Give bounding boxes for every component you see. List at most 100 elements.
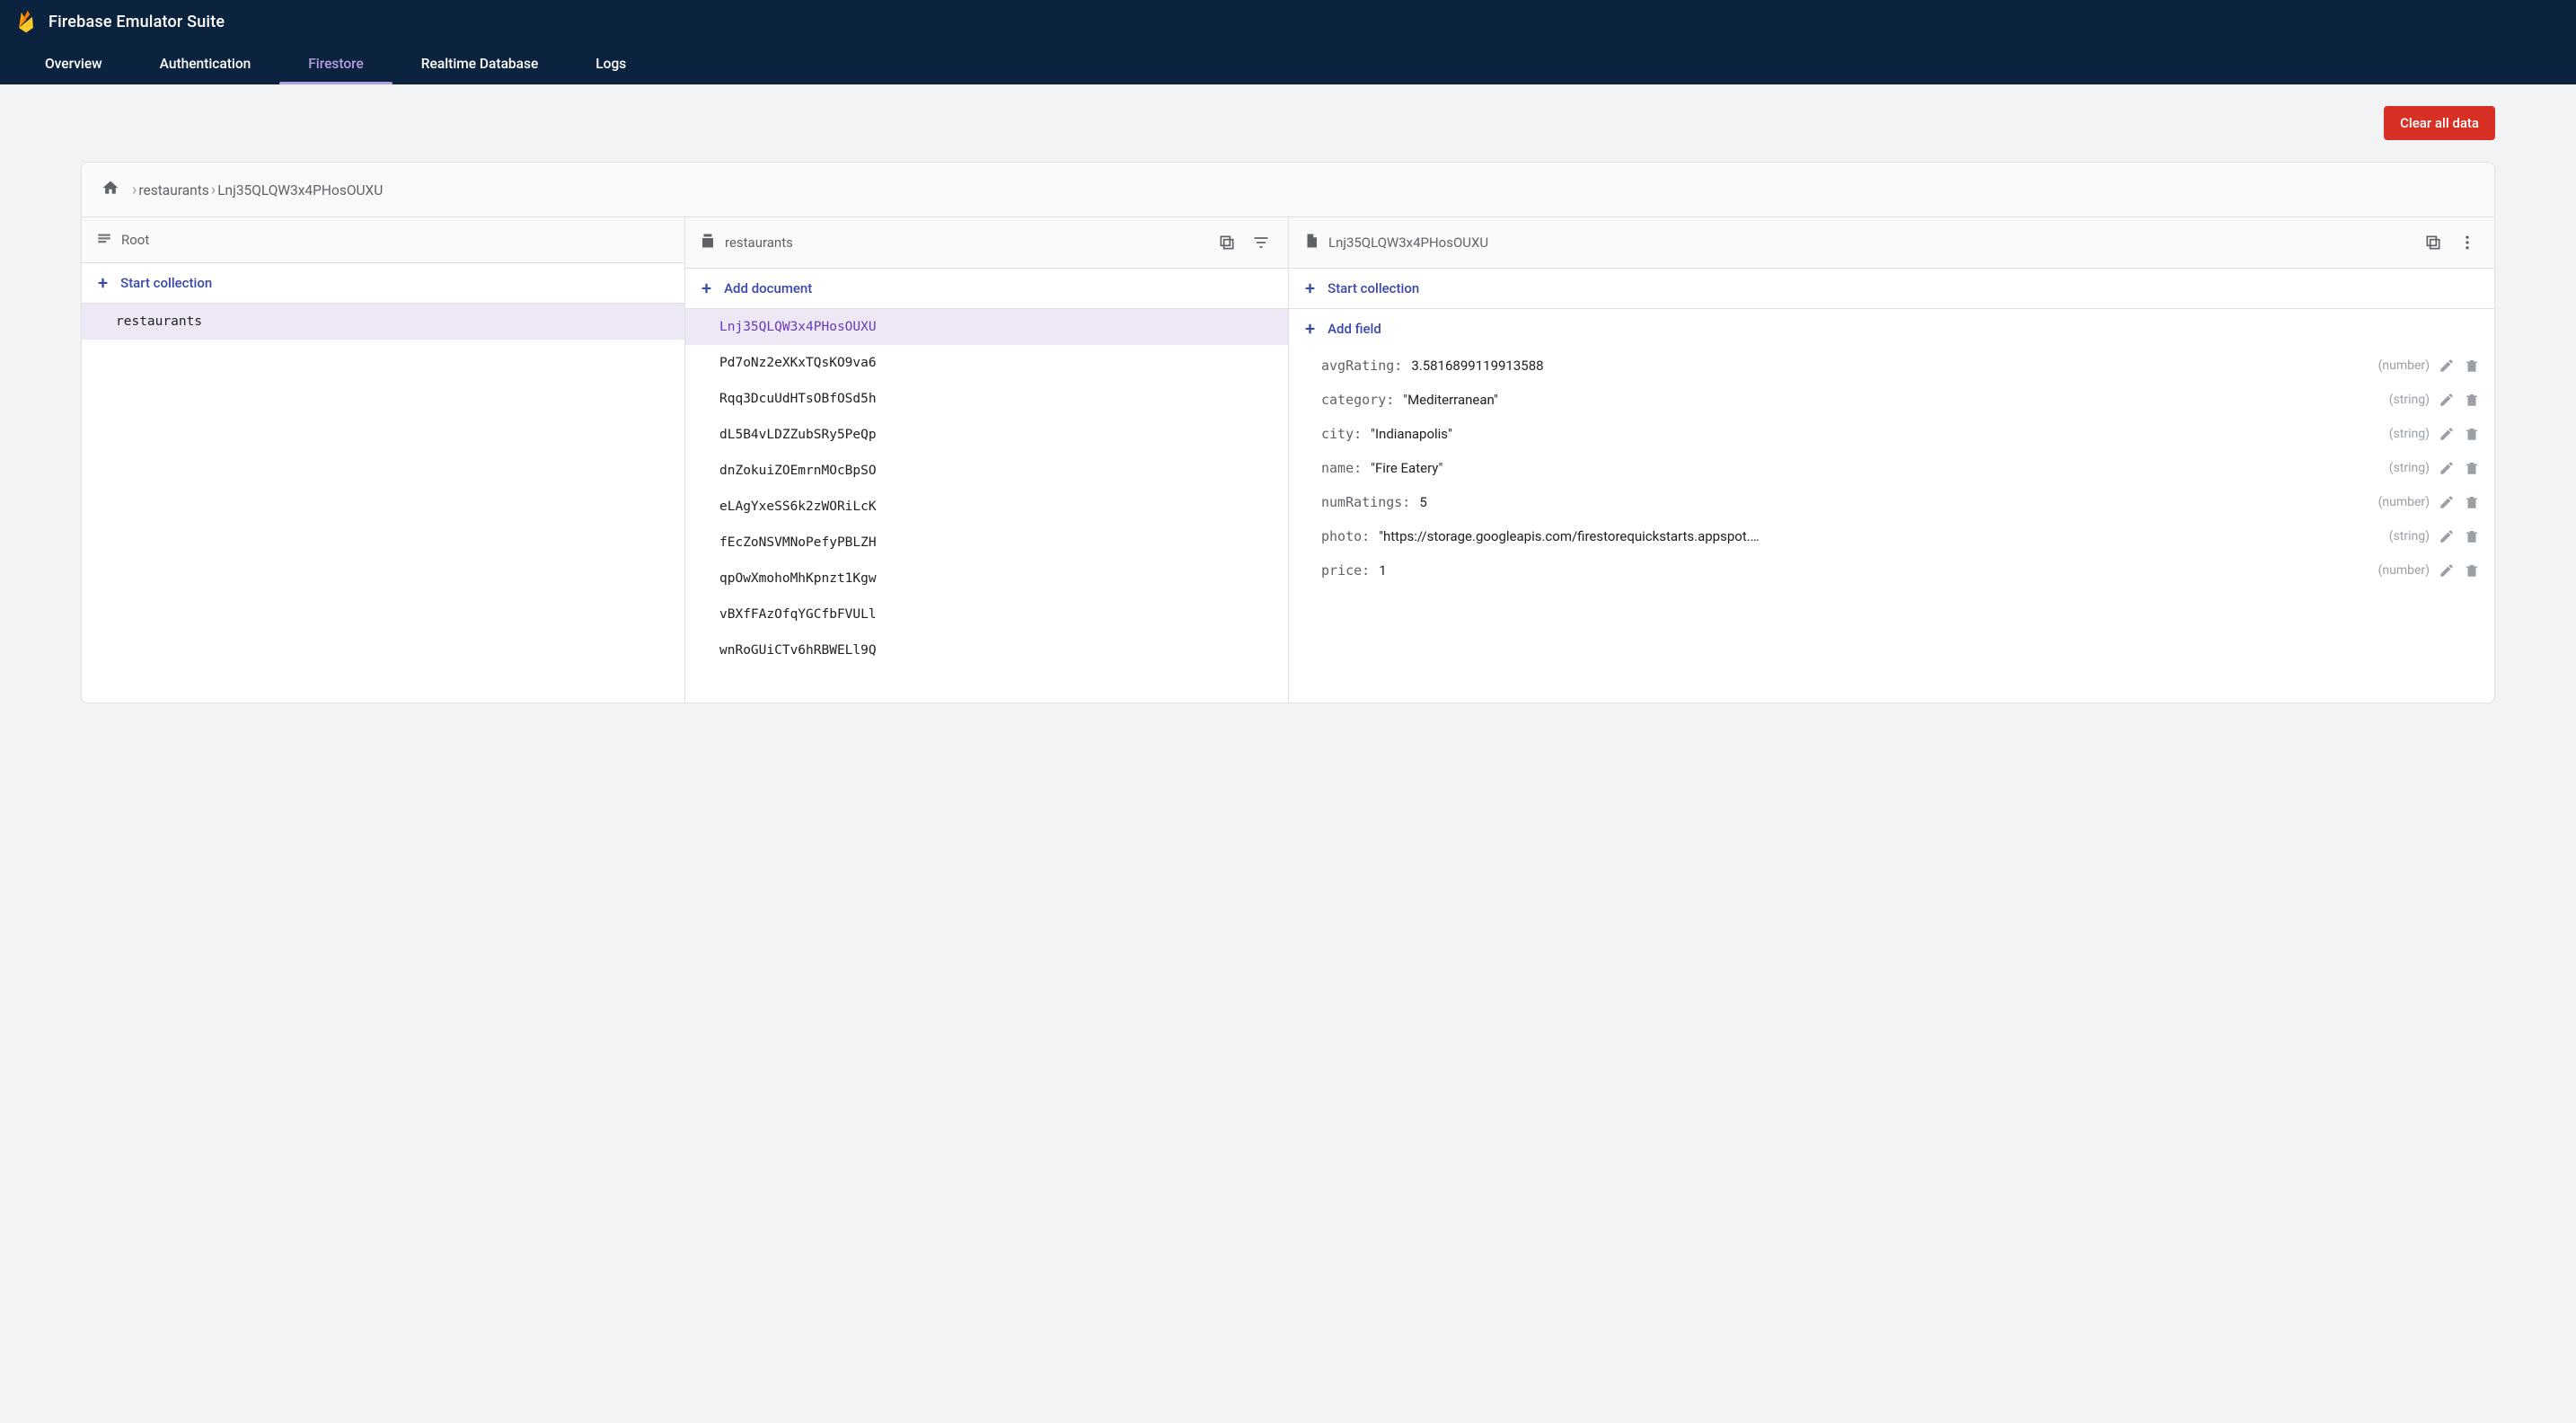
clear-all-data-button[interactable]: Clear all data [2384,106,2495,140]
pencil-icon[interactable] [2439,358,2455,374]
add-document-label: Add document [724,280,812,296]
field-type: (number) [2378,563,2430,578]
breadcrumb: ›restaurants›Lnj35QLQW3x4PHosOUXU [82,163,2494,217]
tab-authentication[interactable]: Authentication [131,43,280,84]
field-type: (number) [2378,358,2430,373]
field-type: (string) [2389,461,2430,475]
documents-column: restaurants + Add document Lnj35QLQW3x4P… [685,217,1289,703]
document-item[interactable]: wnRoGUiCTv6hRBWELl9Q [685,632,1288,668]
collection-icon [700,233,716,252]
trash-icon[interactable] [2464,562,2480,579]
nav-tabs: OverviewAuthenticationFirestoreRealtime … [0,43,2576,84]
documents-column-label: restaurants [725,234,1205,251]
field-row: name: "Fire Eatery" (string) [1289,451,2494,485]
chevron-right-icon: › [211,181,216,199]
tab-logs[interactable]: Logs [567,43,655,84]
breadcrumb-item[interactable]: Lnj35QLQW3x4PHosOUXU [217,182,383,199]
firebase-logo-icon [16,9,36,34]
root-icon [96,230,112,250]
field-value: 1 [1379,562,2369,579]
trash-icon[interactable] [2464,358,2480,374]
trash-icon[interactable] [2464,528,2480,544]
document-item[interactable]: Rqq3DcuUdHTsOBfOSd5h [685,381,1288,417]
field-value: "Indianapolis" [1371,426,2380,442]
start-collection-button[interactable]: + Start collection [82,263,684,304]
trash-icon[interactable] [2464,494,2480,510]
document-item[interactable]: dL5B4vLDZZubSRy5PeQp [685,417,1288,453]
pencil-icon[interactable] [2439,426,2455,442]
trash-icon[interactable] [2464,460,2480,476]
field-value: "Fire Eatery" [1371,460,2380,476]
field-row: avgRating: 3.5816899119913588 (number) [1289,349,2494,383]
field-row: price: 1 (number) [1289,553,2494,588]
field-key: numRatings: [1321,494,1410,510]
field-value: 3.5816899119913588 [1411,358,2369,374]
field-value: "https://storage.googleapis.com/firestor… [1379,528,2380,544]
chevron-right-icon: › [132,181,137,199]
document-detail-column: Lnj35QLQW3x4PHosOUXU + Start collection … [1289,217,2494,703]
document-item[interactable]: dnZokuiZOEmrnMOcBpSO [685,453,1288,489]
field-value: 5 [1419,494,2369,510]
field-type: (string) [2389,529,2430,544]
start-collection-button[interactable]: + Start collection [1289,269,2494,309]
firestore-panel: ›restaurants›Lnj35QLQW3x4PHosOUXU Root +… [81,162,2495,703]
collection-item[interactable]: restaurants [82,304,684,340]
toolbar: Clear all data [0,84,2576,140]
field-key: avgRating: [1321,358,1402,374]
copy-icon[interactable] [1214,230,1239,255]
plus-icon: + [1305,320,1315,338]
trash-icon[interactable] [2464,426,2480,442]
more-icon[interactable] [2455,230,2480,255]
add-document-button[interactable]: + Add document [685,269,1288,309]
field-type: (number) [2378,495,2430,509]
document-item[interactable]: vBXfFAzOfqYGCfbFVULl [685,597,1288,632]
field-key: price: [1321,562,1370,579]
root-column-label: Root [121,232,670,248]
pencil-icon[interactable] [2439,392,2455,408]
field-value: "Mediterranean" [1403,392,2380,408]
tab-overview[interactable]: Overview [16,43,131,84]
breadcrumb-item[interactable]: restaurants [138,182,208,199]
filter-icon[interactable] [1248,230,1274,255]
field-row: category: "Mediterranean" (string) [1289,383,2494,417]
document-icon [1303,233,1319,252]
pencil-icon[interactable] [2439,562,2455,579]
pencil-icon[interactable] [2439,460,2455,476]
document-item[interactable]: eLAgYxeSS6k2zWORiLcK [685,489,1288,525]
document-item[interactable]: Pd7oNz2eXKxTQsKO9va6 [685,345,1288,381]
field-key: photo: [1321,528,1370,544]
add-field-label: Add field [1328,321,1381,337]
pencil-icon[interactable] [2439,494,2455,510]
plus-icon: + [98,274,108,292]
tab-realtime-database[interactable]: Realtime Database [393,43,567,84]
root-column: Root + Start collection restaurants [82,217,685,703]
field-row: numRatings: 5 (number) [1289,485,2494,519]
document-item[interactable]: fEcZoNSVMNoPefyPBLZH [685,525,1288,561]
document-list: Lnj35QLQW3x4PHosOUXUPd7oNz2eXKxTQsKO9va6… [685,309,1288,703]
copy-icon[interactable] [2421,230,2446,255]
document-detail-label: Lnj35QLQW3x4PHosOUXU [1328,234,2412,251]
start-collection-label: Start collection [120,275,212,291]
app-header: Firebase Emulator Suite OverviewAuthenti… [0,0,2576,84]
field-key: name: [1321,460,1362,476]
app-title: Firebase Emulator Suite [49,13,225,31]
start-collection-label: Start collection [1328,280,1419,296]
field-row: city: "Indianapolis" (string) [1289,417,2494,451]
field-list: avgRating: 3.5816899119913588 (number) cate… [1289,349,2494,703]
field-type: (string) [2389,393,2430,407]
columns-container: Root + Start collection restaurants rest… [82,217,2494,703]
home-icon[interactable] [101,179,119,200]
pencil-icon[interactable] [2439,528,2455,544]
field-type: (string) [2389,427,2430,441]
field-key: city: [1321,426,1362,442]
trash-icon[interactable] [2464,392,2480,408]
field-row: photo: "https://storage.googleapis.com/fi… [1289,519,2494,553]
add-field-button[interactable]: + Add field [1289,309,2494,349]
collection-list: restaurants [82,304,684,703]
document-item[interactable]: qpOwXmohoMhKpnzt1Kgw [685,561,1288,597]
plus-icon: + [701,279,711,297]
tab-firestore[interactable]: Firestore [279,43,393,84]
field-key: category: [1321,392,1394,408]
plus-icon: + [1305,279,1315,297]
document-item[interactable]: Lnj35QLQW3x4PHosOUXU [685,309,1288,345]
